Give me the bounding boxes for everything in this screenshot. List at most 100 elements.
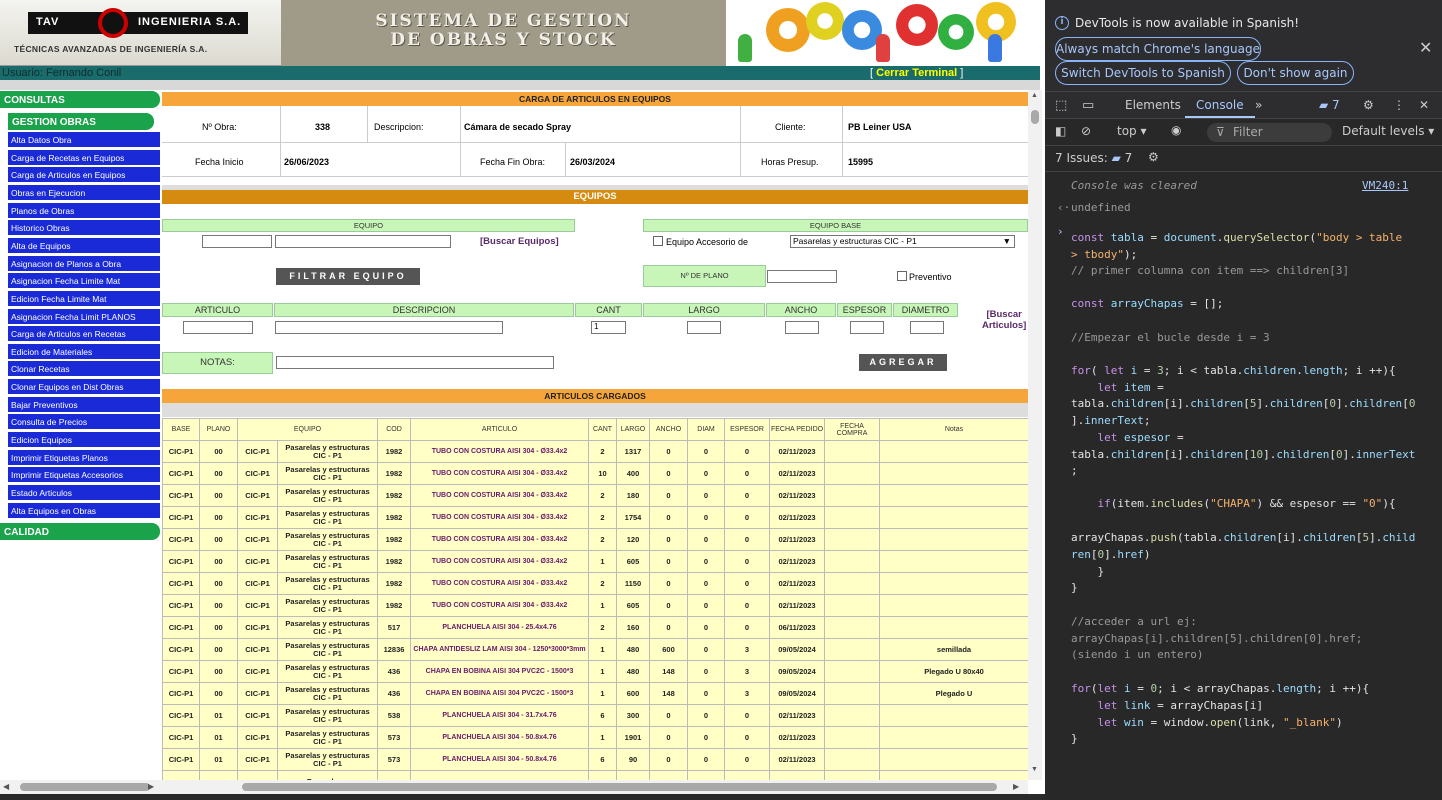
menu-item[interactable]: Bajar Preventivos bbox=[8, 396, 160, 413]
table-cell[interactable]: CHAPA EN BOBINA AISI 304 PVC2C - 1500*3 bbox=[410, 682, 590, 705]
menu-calidad[interactable]: CALIDAD bbox=[0, 523, 160, 540]
live-expression-eye-icon[interactable]: ◉ bbox=[1171, 123, 1181, 137]
menu-item[interactable]: Carga de Articulos en Recetas bbox=[8, 326, 160, 343]
table-cell[interactable]: PLANCHUELA AISI 304 - 50.8x4.76 bbox=[410, 726, 590, 749]
table-cell[interactable]: CHAPA EN BOBINA AISI 304 PVC2C - 1500*3 bbox=[410, 660, 590, 683]
largo-input[interactable] bbox=[687, 321, 721, 334]
page-horizontal-scrollbar[interactable]: ◀ ▶ ▶ bbox=[0, 780, 1028, 794]
table-cell[interactable]: PLANCHUELA AISI 304 - 50.8x4.76 bbox=[410, 748, 590, 771]
buscar-articulos-link[interactable]: [Buscar Articulos] bbox=[982, 309, 1026, 331]
buscar-equipos-link[interactable]: [Buscar Equipos] bbox=[480, 236, 559, 247]
scroll-down-icon[interactable]: ▼ bbox=[1031, 766, 1038, 773]
vertical-scroll-thumb[interactable] bbox=[1031, 110, 1039, 124]
menu-gestion-obras[interactable]: GESTION OBRAS bbox=[8, 113, 154, 130]
source-link[interactable]: VM240:1 bbox=[1362, 178, 1408, 195]
menu-item[interactable]: Estado Articulos bbox=[8, 485, 160, 501]
tab-elements[interactable]: Elements bbox=[1125, 98, 1181, 112]
menu-item[interactable]: Asignacion de Planos a Obra bbox=[8, 255, 160, 272]
table-header[interactable]: LARGO bbox=[616, 418, 651, 441]
menu-item[interactable]: Alta de Equipos bbox=[8, 237, 160, 254]
menu-item[interactable]: Alta Datos Obra bbox=[8, 132, 160, 148]
dont-show-again-button[interactable]: Don't show again bbox=[1237, 61, 1354, 85]
espesor-input[interactable] bbox=[850, 321, 884, 334]
table-cell[interactable]: TUBO CON COSTURA AISI 304 - Ø33.4x2 bbox=[410, 484, 590, 507]
log-levels-dropdown[interactable]: Default levels ▾ bbox=[1342, 124, 1434, 138]
console-filter-input[interactable]: ⊽ Filter bbox=[1207, 123, 1332, 142]
equipo-base-select[interactable]: Pasarelas y estructuras CIC - P1 ▼ bbox=[790, 235, 1015, 248]
close-devtools-icon[interactable]: ✕ bbox=[1419, 98, 1429, 112]
scroll-left-icon[interactable]: ◀ bbox=[3, 782, 9, 791]
scroll-right-icon[interactable]: ▶ bbox=[1013, 782, 1019, 791]
issues-badge[interactable]: ▰ 7 bbox=[1319, 98, 1340, 112]
equipo-code-input[interactable] bbox=[202, 235, 272, 248]
plano-input[interactable] bbox=[767, 270, 837, 283]
table-header[interactable]: DIAM bbox=[687, 418, 726, 441]
articulo-input[interactable] bbox=[183, 321, 253, 334]
close-icon[interactable]: ✕ bbox=[1419, 38, 1432, 57]
table-header[interactable]: COD bbox=[377, 418, 412, 441]
issues-settings-gear-icon[interactable]: ⚙ bbox=[1148, 150, 1159, 164]
menu-item[interactable]: Imprimir Etiquetas Accesorios bbox=[8, 467, 160, 484]
menu-item[interactable]: Planos de Obras bbox=[8, 202, 160, 219]
filtrar-equipo-button[interactable]: FILTRAR EQUIPO bbox=[276, 268, 420, 285]
table-cell[interactable]: TUBO CON COSTURA AISI 304 - Ø33.4x2 bbox=[410, 550, 590, 573]
table-cell[interactable]: TUBO CON COSTURA AISI 304 - Ø33.4x2 bbox=[410, 528, 590, 551]
menu-item[interactable]: Clonar Equipos en Dist Obras bbox=[8, 379, 160, 396]
page-vertical-scrollbar[interactable]: ▲ ▼ bbox=[1028, 90, 1042, 780]
menu-item[interactable]: Obras en Ejecucion bbox=[8, 184, 160, 201]
agregar-button[interactable]: AGREGAR bbox=[859, 354, 947, 371]
table-cell[interactable]: TUBO CON COSTURA AISI 304 - Ø33.4x2 bbox=[410, 462, 590, 485]
menu-item[interactable]: Edicion Fecha Limite Mat bbox=[8, 290, 160, 307]
menu-item[interactable]: Asignacion Fecha Limite Mat bbox=[8, 273, 160, 290]
descripcion-input[interactable] bbox=[275, 321, 503, 334]
table-cell[interactable] bbox=[410, 770, 590, 780]
table-header[interactable]: ESPESOR bbox=[724, 418, 771, 441]
table-header[interactable]: CANT bbox=[588, 418, 618, 441]
preventivo-checkbox[interactable] bbox=[897, 271, 907, 281]
menu-item[interactable]: Clonar Recetas bbox=[8, 361, 160, 378]
table-header[interactable]: Notas bbox=[879, 418, 1028, 441]
table-header[interactable]: EQUIPO bbox=[236, 418, 379, 441]
table-cell[interactable]: TUBO CON COSTURA AISI 304 - Ø33.4x2 bbox=[410, 572, 590, 595]
table-header[interactable]: FECHA COMPRA bbox=[824, 418, 881, 441]
menu-item[interactable]: Imprimir Etiquetas Planos bbox=[8, 449, 160, 466]
menu-item[interactable]: Carga de Articulos en Equipos bbox=[8, 167, 160, 184]
table-cell[interactable]: TUBO CON COSTURA AISI 304 - Ø33.4x2 bbox=[410, 594, 590, 617]
more-options-icon[interactable]: ⋮ bbox=[1393, 98, 1405, 112]
horizontal-scroll-thumb-main[interactable] bbox=[242, 783, 997, 791]
sidebar-toggle-icon[interactable]: ◧ bbox=[1055, 124, 1066, 138]
tab-console[interactable]: Console bbox=[1196, 98, 1244, 112]
scroll-right-icon-menu[interactable]: ▶ bbox=[148, 782, 154, 791]
menu-item[interactable]: Asignacion Fecha Limit PLANOS bbox=[8, 308, 160, 325]
cant-input[interactable]: 1 bbox=[591, 321, 626, 334]
table-cell[interactable]: PLANCHUELA AISI 304 - 25.4x4.76 bbox=[410, 616, 590, 639]
logout-link[interactable]: Cerrar Terminal bbox=[876, 67, 957, 79]
horizontal-scroll-thumb-menu[interactable] bbox=[20, 783, 150, 791]
device-toolbar-icon[interactable]: ▭ bbox=[1082, 98, 1094, 113]
table-cell[interactable]: CHAPA ANTIDESLIZ LAM AISI 304 - 1250*300… bbox=[410, 638, 590, 661]
table-cell[interactable]: PLANCHUELA AISI 304 - 31.7x4.76 bbox=[410, 704, 590, 727]
table-header[interactable]: ANCHO bbox=[649, 418, 689, 441]
table-header[interactable]: ARTICULO bbox=[410, 418, 590, 441]
table-cell[interactable]: TUBO CON COSTURA AISI 304 - Ø33.4x2 bbox=[410, 440, 590, 463]
table-header[interactable]: PLANO bbox=[199, 418, 238, 441]
more-tabs-icon[interactable]: » bbox=[1255, 98, 1262, 112]
switch-spanish-button[interactable]: Switch DevTools to Spanish bbox=[1055, 61, 1231, 85]
accesorio-checkbox[interactable] bbox=[653, 236, 663, 246]
menu-item[interactable]: Alta Equipos en Obras bbox=[8, 502, 160, 519]
context-selector[interactable]: top ▾ bbox=[1117, 124, 1147, 138]
inspect-element-icon[interactable]: ⬚ bbox=[1055, 98, 1067, 113]
menu-item[interactable]: Carga de Recetas en Equipos bbox=[8, 149, 160, 166]
clear-console-icon[interactable]: ⊘ bbox=[1081, 124, 1091, 138]
notas-input[interactable] bbox=[276, 356, 554, 369]
issues-bar[interactable]: 7 Issues: ▰ 7 ⚙ bbox=[1045, 146, 1442, 172]
table-cell[interactable]: TUBO CON COSTURA AISI 304 - Ø33.4x2 bbox=[410, 506, 590, 529]
menu-item[interactable]: Consulta de Precios bbox=[8, 414, 160, 431]
scroll-up-icon[interactable]: ▲ bbox=[1031, 92, 1038, 99]
table-header[interactable]: FECHA PEDIDO bbox=[769, 418, 826, 441]
diametro-input[interactable] bbox=[910, 321, 944, 334]
match-language-button[interactable]: Always match Chrome's language bbox=[1055, 37, 1261, 61]
menu-item[interactable]: Edicion de Materiales bbox=[8, 343, 160, 360]
ancho-input[interactable] bbox=[785, 321, 819, 334]
settings-gear-icon[interactable]: ⚙ bbox=[1363, 98, 1374, 112]
